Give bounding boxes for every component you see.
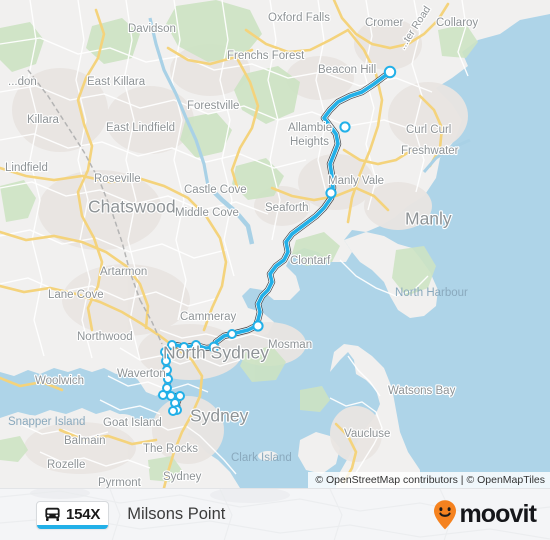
map-label: East Lindfield — [106, 122, 175, 134]
map-label: Heights — [290, 136, 329, 148]
route-destination-text: Milsons Point — [127, 505, 226, 523]
map-attribution[interactable]: © OpenStreetMap contributors | © OpenMap… — [308, 472, 550, 488]
map-label: Sydney — [190, 406, 249, 426]
map-label: Middle Cove — [175, 207, 239, 219]
map-label: Goat Island — [103, 417, 162, 429]
map-label: The Rocks — [143, 443, 198, 455]
map-label: Allambie — [288, 122, 332, 134]
route-stop-marker[interactable] — [383, 65, 397, 79]
route-number-text: 154X — [66, 505, 101, 523]
map-label: Lane Cove — [48, 289, 104, 301]
map-label: Frenchs Forest — [227, 50, 305, 62]
map-label: East Killara — [87, 76, 146, 88]
map-label: Freshwater — [401, 145, 459, 157]
map-label: Roseville — [94, 173, 141, 185]
map-label: Snapper Island — [8, 416, 85, 428]
map-label: Pyrmont — [98, 477, 142, 488]
map-label: Vaucluse — [344, 428, 390, 440]
moovit-route-map-screen: Davidson Oxford Falls Cromer Collaroy French… — [0, 0, 550, 540]
route-stop-marker[interactable] — [227, 329, 237, 339]
map-label: Castle Cove — [184, 184, 247, 196]
map-label: Clontarf — [290, 255, 331, 267]
map-label: Manly — [405, 209, 452, 229]
map-label: North Harbour — [395, 287, 468, 299]
route-stop-marker[interactable] — [158, 390, 168, 400]
map-label: Watsons Bay — [388, 385, 456, 397]
route-stop-marker[interactable] — [325, 187, 337, 199]
map-label: ...don — [8, 76, 37, 88]
map-canvas[interactable]: Davidson Oxford Falls Cromer Collaroy French… — [0, 0, 550, 488]
route-stop-marker[interactable] — [252, 320, 264, 332]
map-label: Cammeray — [180, 311, 236, 323]
route-footer-bar: 154X Milsons Point moovit — [0, 488, 550, 540]
map-svg[interactable]: Davidson Oxford Falls Cromer Collaroy French… — [0, 0, 550, 488]
map-label: Killara — [27, 114, 60, 126]
map-label: North Sydney — [163, 343, 269, 363]
map-label: Beacon Hill — [318, 64, 376, 76]
moovit-logo[interactable]: moovit — [432, 499, 537, 531]
map-label: Sydney — [163, 471, 202, 483]
bus-icon — [45, 507, 60, 521]
map-label: Seaforth — [265, 202, 308, 214]
map-label: Oxford Falls — [268, 12, 330, 24]
route-number-badge[interactable]: 154X — [36, 500, 110, 529]
map-label: Waverton — [117, 368, 166, 380]
map-label: Rozelle — [47, 459, 85, 471]
moovit-wordmark-text: moovit — [459, 500, 536, 528]
map-label: Curl Curl — [406, 124, 451, 136]
map-label: Davidson — [128, 23, 176, 35]
map-label: Collaroy — [436, 17, 478, 29]
map-label: Woolwich — [35, 375, 84, 387]
map-label: Northwood — [77, 331, 133, 343]
route-stop-marker[interactable] — [168, 406, 178, 416]
map-label: Cromer — [365, 17, 404, 29]
map-label: Mosman — [268, 339, 312, 351]
map-label: Lindfield — [5, 162, 48, 174]
moovit-pin-icon — [434, 499, 457, 529]
route-stop-marker[interactable] — [339, 121, 351, 133]
map-label: Balmain — [64, 435, 106, 447]
map-label: Chatswood — [88, 197, 176, 217]
map-label: Artarmon — [100, 266, 147, 278]
map-label: Forestville — [187, 100, 239, 112]
map-label: Clark Island — [231, 452, 292, 464]
map-label: Manly Vale — [328, 175, 384, 187]
